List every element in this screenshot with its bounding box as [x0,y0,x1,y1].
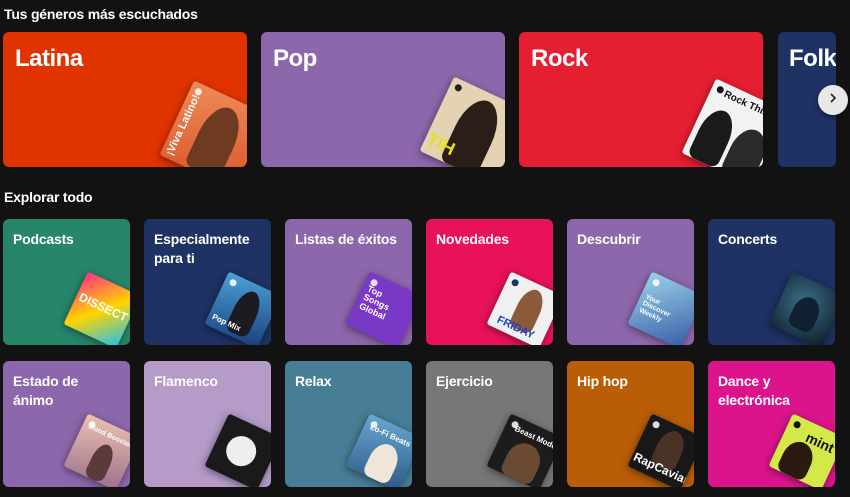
genre-card-label: Pop [273,45,317,72]
flamenco-cover [204,413,271,487]
cover-title: Top Songs Global [357,283,391,322]
mood-booster-cover: Mood Booster [63,413,130,487]
dissect-cover: DISSECT [63,271,130,345]
tile-label: Listas de éxitos [295,231,397,247]
lofi-beats-cover: Lo-Fi Beats [345,413,412,487]
genre-card-label: Latina [15,45,83,72]
discover-weekly-cover: Your Discover Weekly [627,271,694,345]
tile-label: Relax [295,373,332,389]
genre-card-pop[interactable]: Pop TIH [261,32,505,167]
pop-mix-cover: Pop Mix [204,271,271,345]
tile-label: Especialmente para ti [154,231,250,266]
concerts-cover [768,271,835,345]
top-songs-global-cover: Top Songs Global [345,271,412,345]
genre-card-rock[interactable]: Rock Rock This [519,32,763,167]
cover-title: Your Discover Weekly [638,293,671,324]
tile-flamenco[interactable]: Flamenco [144,361,271,487]
new-music-friday-cover: FRIDAY [486,271,553,345]
tile-label: Podcasts [13,231,74,247]
tile-concerts[interactable]: Concerts [708,219,835,345]
tile-label: Novedades [436,231,509,247]
tile-made-for-you[interactable]: Especialmente para ti Pop Mix [144,219,271,345]
chevron-right-icon [827,91,839,109]
beast-mode-cover: Beast Mode [486,413,553,487]
genre-card-label: Folk [789,45,836,72]
pop-playlist-cover: TIH [419,76,505,167]
tile-label: Flamenco [154,373,218,389]
tile-label: Estado de ánimo [13,373,79,408]
tile-label: Hip hop [577,373,628,389]
top-genres-heading: Tus géneros más escuchados [4,6,198,22]
tile-label: Dance y electrónica [718,373,790,408]
tile-discover[interactable]: Descubrir Your Discover Weekly [567,219,694,345]
rock-this-cover: Rock This [681,78,763,167]
carousel-next-button[interactable] [818,85,848,115]
tile-dance-electronic[interactable]: Dance y electrónica mint [708,361,835,487]
tile-mood[interactable]: Estado de ánimo Mood Booster [3,361,130,487]
mint-cover: mint [768,413,835,487]
tile-new-releases[interactable]: Novedades FRIDAY [426,219,553,345]
tile-podcasts[interactable]: Podcasts DISSECT [3,219,130,345]
tile-charts[interactable]: Listas de éxitos Top Songs Global [285,219,412,345]
browse-heading: Explorar todo [4,189,93,205]
tile-workout[interactable]: Ejercicio Beast Mode [426,361,553,487]
tile-label: Descubrir [577,231,641,247]
tile-hip-hop[interactable]: Hip hop RapCaviar [567,361,694,487]
tile-label: Ejercicio [436,373,493,389]
tile-relax[interactable]: Relax Lo-Fi Beats [285,361,412,487]
viva-latino-cover: ¡Viva Latino! [159,80,247,167]
genre-card-latina[interactable]: Latina ¡Viva Latino! [3,32,247,167]
tile-label: Concerts [718,231,778,247]
cover-title: DISSECT [76,289,130,325]
rapcaviar-cover: RapCaviar [627,413,694,487]
genre-card-label: Rock [531,45,588,72]
